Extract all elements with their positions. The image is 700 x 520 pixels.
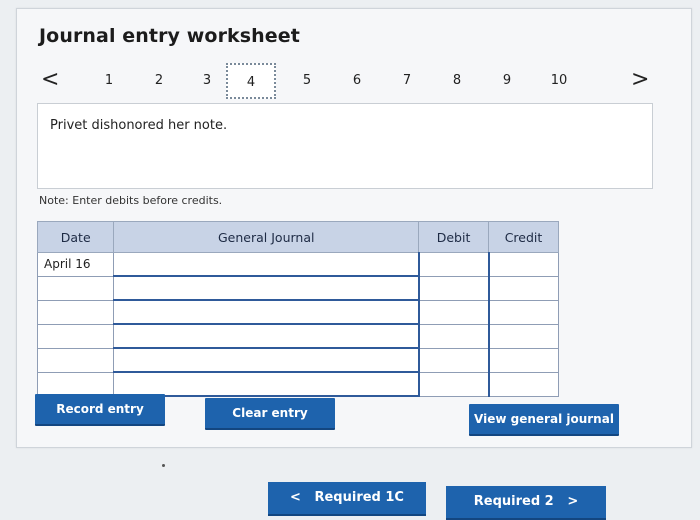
transaction-prompt: Privet dishonored her note.	[50, 118, 228, 133]
page-navigator: < 1 2 3 4 5 6 7 8 9 10 >	[31, 63, 651, 101]
account-field[interactable]	[113, 347, 420, 373]
credit-field[interactable]	[487, 275, 559, 301]
date-cell[interactable]: April 16	[36, 252, 115, 277]
stray-dot	[162, 464, 165, 467]
record-entry-button[interactable]: Record entry	[35, 394, 165, 426]
debit-field[interactable]	[417, 275, 490, 301]
journal-table: Date General Journal Debit Credit April …	[36, 221, 559, 397]
date-cell[interactable]	[36, 371, 115, 397]
account-field[interactable]	[113, 299, 420, 325]
prev-required-label: Required 1C	[314, 490, 404, 505]
chevron-right-icon: >	[567, 494, 579, 509]
credit-field[interactable]	[487, 347, 559, 373]
date-column-header: Date	[36, 221, 115, 253]
debit-field[interactable]	[417, 323, 490, 349]
page-5[interactable]: 5	[297, 73, 317, 88]
prev-required-button[interactable]: < Required 1C	[268, 482, 426, 516]
worksheet-title: Journal entry worksheet	[39, 25, 300, 47]
date-cell[interactable]	[36, 347, 115, 373]
page-7[interactable]: 7	[397, 73, 417, 88]
account-field[interactable]	[113, 371, 420, 397]
credit-column-header: Credit	[488, 221, 559, 253]
debit-column-header: Debit	[418, 221, 490, 253]
table-row	[36, 371, 559, 397]
next-page-arrow-icon[interactable]: >	[631, 69, 649, 91]
journal-entry-worksheet: Journal entry worksheet < 1 2 3 4 5 6 7 …	[16, 8, 692, 448]
transaction-prompt-box: Privet dishonored her note.	[37, 103, 653, 189]
page-3[interactable]: 3	[197, 73, 217, 88]
page-8[interactable]: 8	[447, 73, 467, 88]
table-row: April 16	[36, 252, 559, 277]
page-4-active[interactable]: 4	[226, 63, 276, 99]
credit-field[interactable]	[487, 323, 559, 349]
credit-field[interactable]	[487, 371, 559, 397]
account-field[interactable]	[113, 275, 420, 301]
page-9[interactable]: 9	[497, 73, 517, 88]
next-required-button[interactable]: Required 2 >	[446, 486, 606, 520]
debit-field[interactable]	[417, 347, 490, 373]
prev-page-arrow-icon[interactable]: <	[41, 69, 59, 91]
next-required-label: Required 2	[473, 494, 554, 509]
credit-field[interactable]	[487, 252, 559, 277]
page-2[interactable]: 2	[149, 73, 169, 88]
page-1[interactable]: 1	[99, 73, 119, 88]
date-cell[interactable]	[36, 275, 115, 301]
account-field[interactable]	[113, 252, 420, 277]
table-row	[36, 275, 559, 301]
debit-field[interactable]	[417, 252, 490, 277]
debit-field[interactable]	[417, 371, 490, 397]
date-cell[interactable]	[36, 299, 115, 325]
view-general-journal-button[interactable]: View general journal	[469, 404, 619, 436]
page-6[interactable]: 6	[347, 73, 367, 88]
page-10[interactable]: 10	[549, 73, 569, 88]
chevron-left-icon: <	[290, 490, 301, 505]
account-field[interactable]	[113, 323, 420, 349]
table-row	[36, 299, 559, 325]
debit-credit-note: Note: Enter debits before credits.	[39, 194, 223, 207]
general-journal-column-header: General Journal	[113, 221, 420, 253]
credit-field[interactable]	[487, 299, 559, 325]
date-cell[interactable]	[36, 323, 115, 349]
debit-field[interactable]	[417, 299, 490, 325]
table-row	[36, 347, 559, 373]
clear-entry-button[interactable]: Clear entry	[205, 398, 335, 430]
table-row	[36, 323, 559, 349]
